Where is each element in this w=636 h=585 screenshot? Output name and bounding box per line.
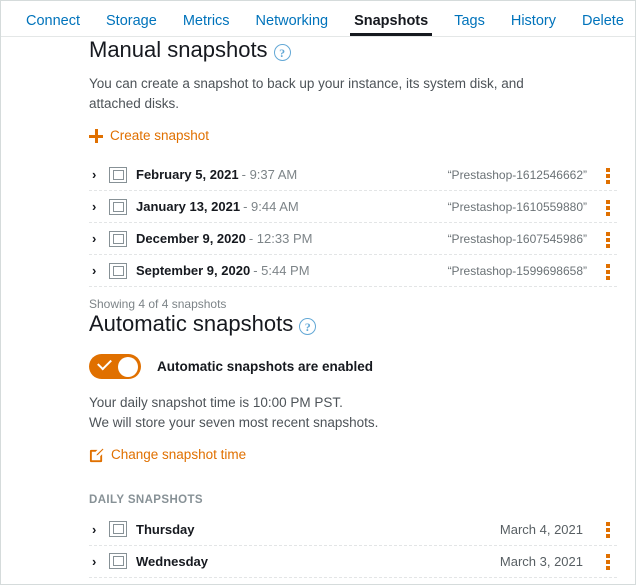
snapshots-page: Connect Storage Metrics Networking Snaps… (0, 0, 636, 585)
daily-snapshot-day: Thursday (136, 521, 195, 537)
table-row[interactable]: › September 9, 2020 - 5:44 PM “Prestasho… (89, 255, 617, 287)
automatic-snapshots-title: Automatic snapshots ? (89, 311, 635, 337)
daily-snapshot-day: Wednesday (136, 553, 209, 569)
chevron-right-icon[interactable]: › (89, 554, 109, 569)
tab-snapshots[interactable]: Snapshots (341, 13, 441, 36)
create-snapshot-label: Create snapshot (110, 128, 210, 143)
chevron-right-icon[interactable]: › (89, 231, 109, 246)
snapshot-date: December 9, 2020 (136, 231, 246, 246)
tab-history[interactable]: History (498, 13, 569, 36)
daily-snapshots-header: DAILY SNAPSHOTS (89, 493, 203, 506)
table-row[interactable]: › December 9, 2020 - 12:33 PM “Prestasho… (89, 223, 617, 255)
chevron-right-icon[interactable]: › (89, 263, 109, 278)
snapshot-date: September 9, 2020 (136, 263, 251, 278)
manual-snapshots-description: You can create a snapshot to back up you… (89, 76, 524, 111)
question-circle-icon[interactable]: ? (273, 43, 291, 61)
snapshot-time: - 9:44 AM (243, 199, 299, 214)
manual-snapshot-list: › February 5, 2021 - 9:37 AM “Prestashop… (89, 159, 617, 287)
retention-text: We will store your seven most recent sna… (89, 415, 379, 430)
snapshot-disk-icon (109, 198, 127, 215)
snapshot-time: - 5:44 PM (253, 263, 310, 278)
chevron-right-icon[interactable]: › (89, 167, 109, 182)
snapshot-name: “Prestashop-1612546662” (447, 167, 587, 182)
showing-count-label: Showing 4 of 4 snapshots (89, 297, 227, 311)
snapshots-content: Manual snapshots ? You can create a snap… (1, 37, 635, 585)
table-row[interactable]: › Thursday March 4, 2021 (89, 514, 617, 546)
manual-snapshots-heading-text: Manual snapshots (89, 37, 268, 62)
snapshot-name: “Prestashop-1610559880” (447, 199, 587, 214)
snapshot-disk-icon (109, 230, 127, 247)
snapshot-name: “Prestashop-1599698658” (447, 263, 587, 278)
snapshot-date: February 5, 2021 (136, 167, 239, 182)
automatic-snapshots-description: Your daily snapshot time is 10:00 PM PST… (89, 393, 635, 433)
plus-icon (89, 129, 103, 143)
chevron-right-icon[interactable]: › (89, 199, 109, 214)
toggle-knob (118, 356, 138, 377)
snapshot-disk-icon (109, 262, 127, 279)
chevron-right-icon[interactable]: › (89, 522, 109, 537)
snapshot-disk-icon (109, 521, 127, 537)
snapshot-disk-icon (109, 553, 127, 569)
tab-tags[interactable]: Tags (441, 13, 498, 36)
question-circle-icon[interactable]: ? (299, 317, 317, 335)
automatic-snapshots-heading-text: Automatic snapshots (89, 311, 294, 336)
row-actions-menu-icon[interactable] (599, 520, 617, 538)
table-row[interactable]: › January 13, 2021 - 9:44 AM “Prestashop… (89, 191, 617, 223)
automatic-snapshots-toggle-row: Automatic snapshots are enabled (89, 354, 635, 379)
row-actions-menu-icon[interactable] (599, 262, 617, 280)
row-actions-menu-icon[interactable] (599, 198, 617, 216)
tab-connect[interactable]: Connect (13, 13, 93, 36)
snapshot-time: - 12:33 PM (248, 231, 313, 246)
tab-metrics[interactable]: Metrics (170, 13, 243, 36)
table-row[interactable]: › Wednesday March 3, 2021 (89, 546, 617, 578)
change-snapshot-time-button[interactable]: Change snapshot time (89, 447, 246, 463)
snapshot-name: “Prestashop-1607545986” (447, 231, 587, 246)
check-icon (97, 355, 112, 371)
automatic-snapshots-toggle[interactable] (89, 354, 141, 379)
snapshot-time: - 9:37 AM (241, 167, 298, 182)
manual-snapshots-title: Manual snapshots ? (89, 37, 635, 63)
snapshot-date: January 13, 2021 (136, 199, 241, 214)
edit-pencil-square-icon (89, 448, 104, 463)
automatic-snapshots-toggle-label: Automatic snapshots are enabled (157, 359, 374, 374)
row-actions-menu-icon[interactable] (599, 166, 617, 184)
table-row[interactable]: › Tuesday March 2, 2021 (89, 578, 617, 585)
tab-storage[interactable]: Storage (93, 13, 170, 36)
snapshot-disk-icon (109, 166, 127, 183)
table-row[interactable]: › February 5, 2021 - 9:37 AM “Prestashop… (89, 159, 617, 191)
row-actions-menu-icon[interactable] (599, 552, 617, 570)
create-snapshot-button[interactable]: Create snapshot (89, 128, 209, 144)
daily-snapshot-list: › Thursday March 4, 2021 › Wednesday Mar… (89, 514, 617, 585)
tab-networking[interactable]: Networking (243, 13, 342, 36)
daily-snapshot-time-text: Your daily snapshot time is 10:00 PM PST… (89, 395, 343, 410)
tab-delete[interactable]: Delete (569, 13, 635, 36)
instance-tab-bar: Connect Storage Metrics Networking Snaps… (1, 1, 635, 37)
daily-snapshot-date: March 3, 2021 (499, 553, 583, 569)
daily-snapshot-date: March 4, 2021 (499, 521, 583, 537)
row-actions-menu-icon[interactable] (599, 230, 617, 248)
change-snapshot-time-label: Change snapshot time (111, 447, 247, 462)
